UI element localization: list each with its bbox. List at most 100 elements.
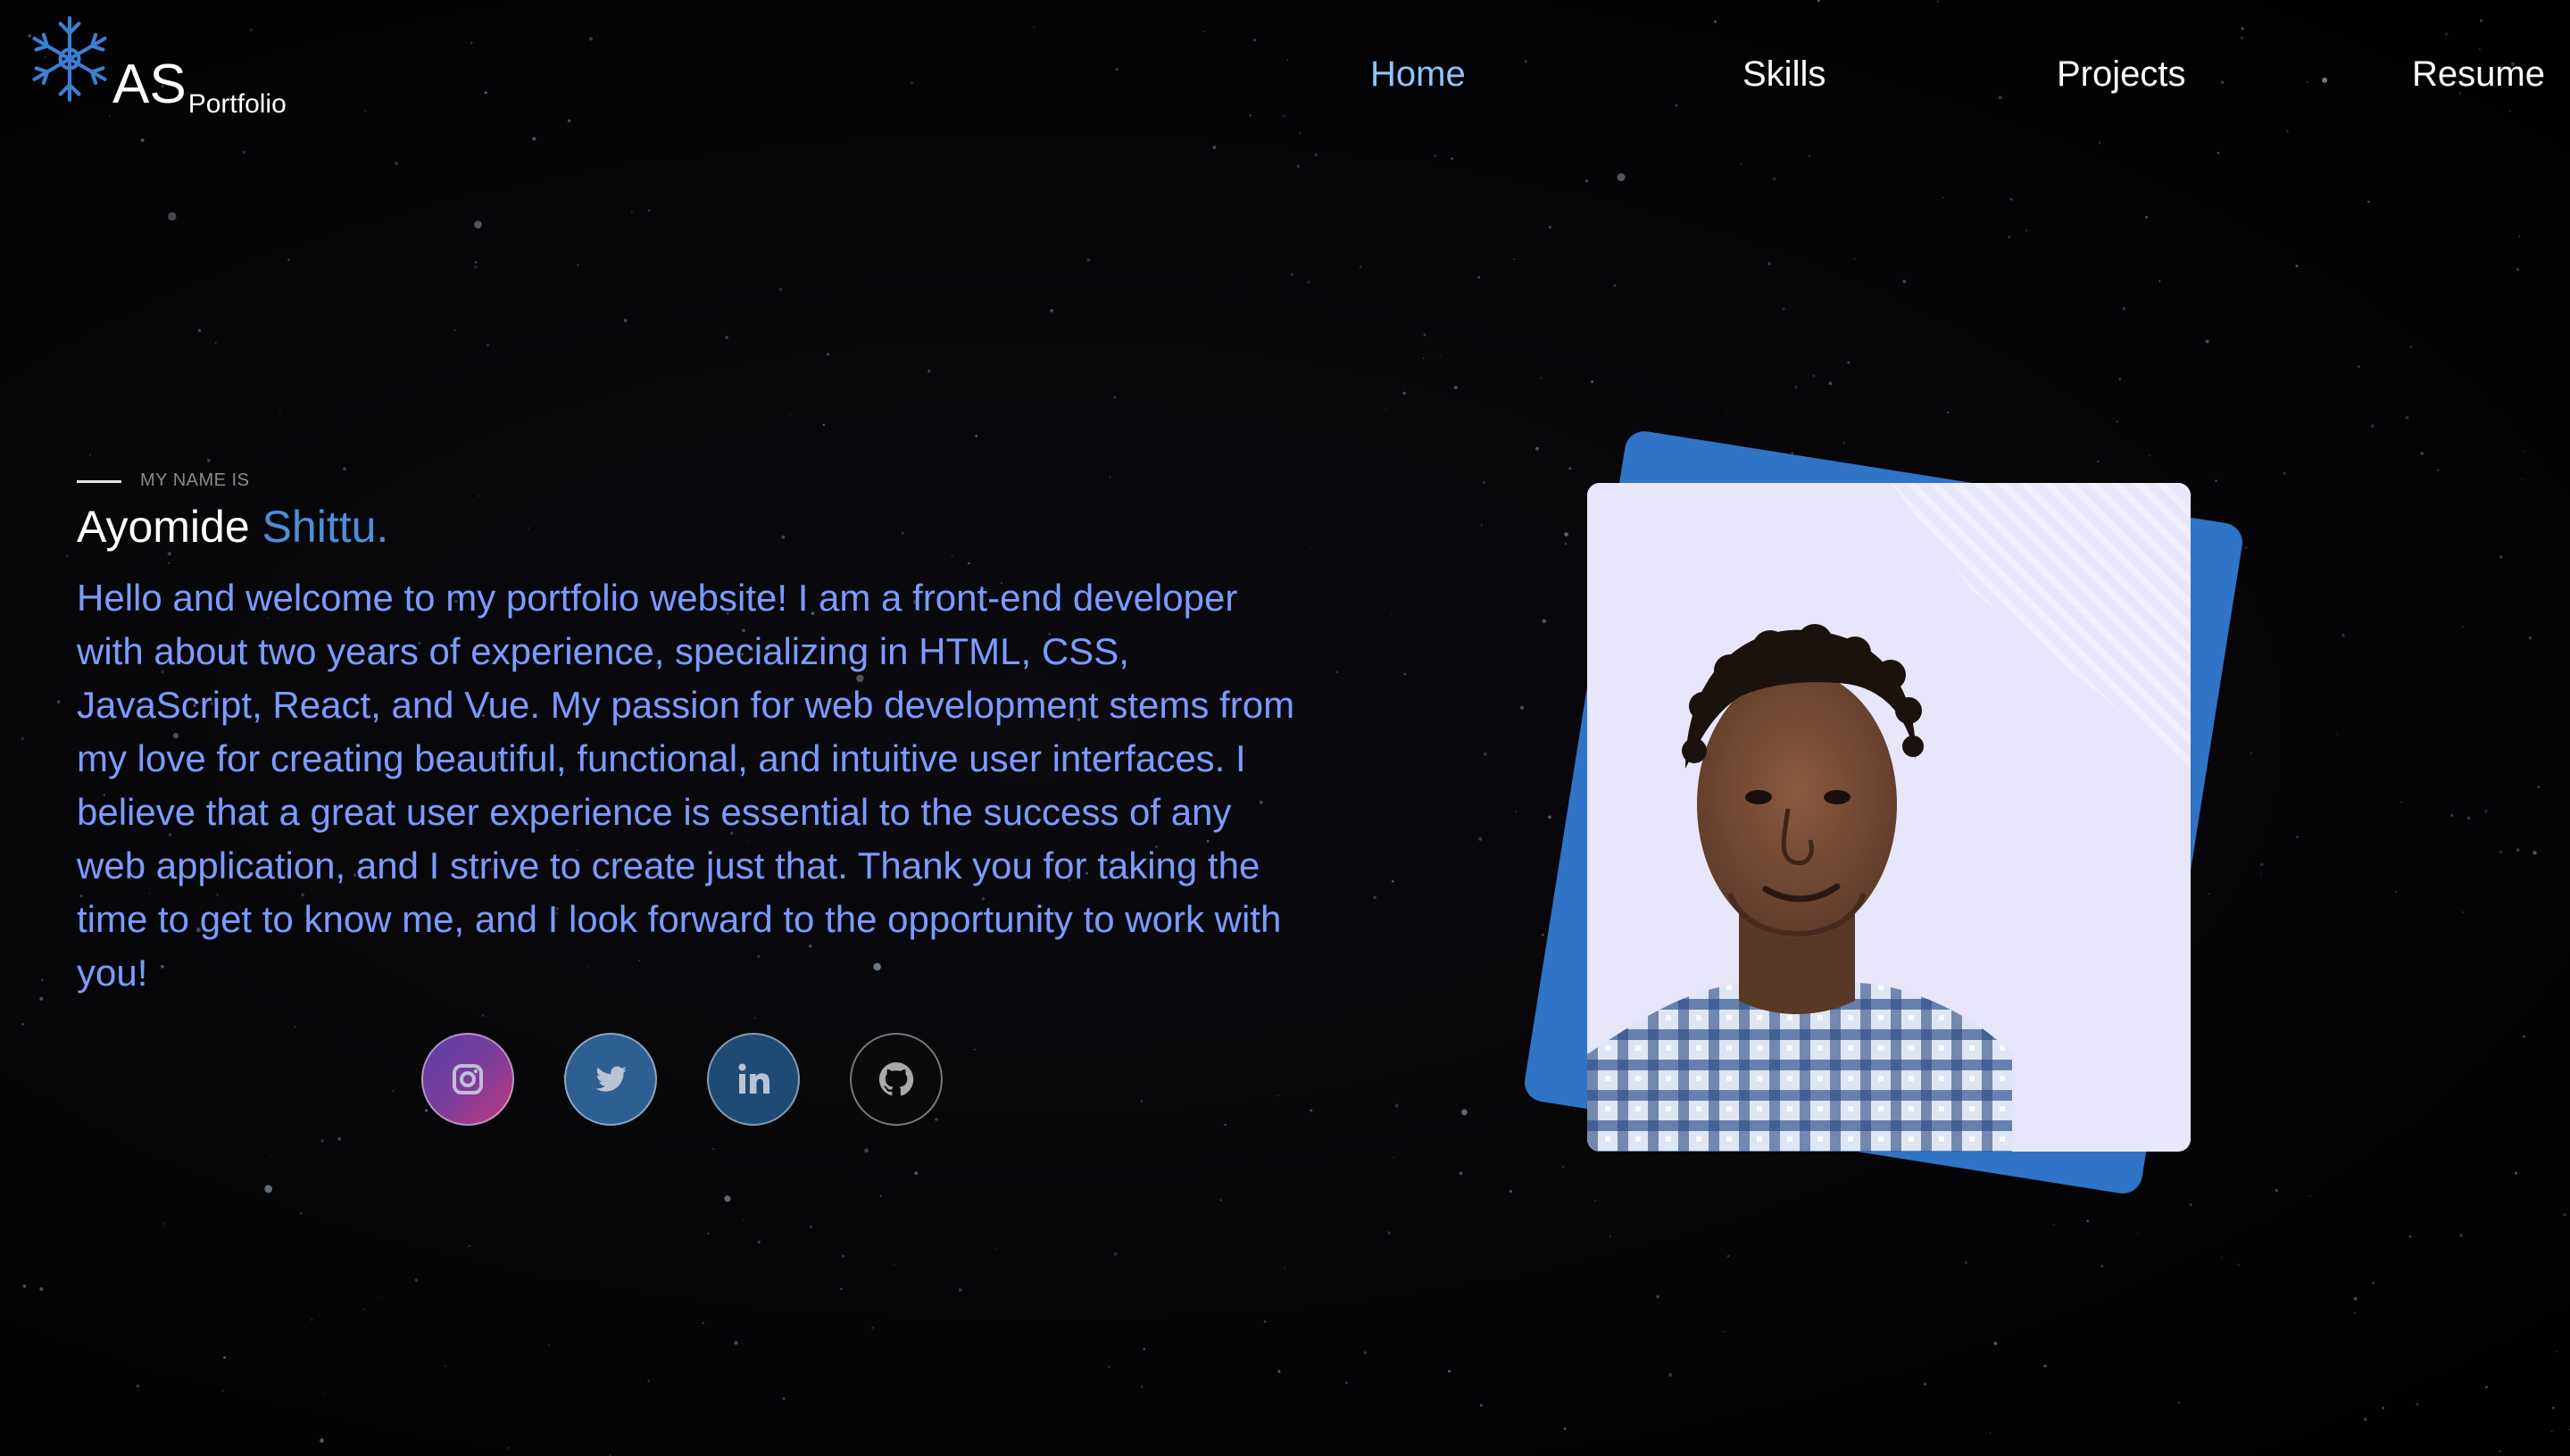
star xyxy=(1335,671,1338,673)
star xyxy=(481,1013,485,1018)
star xyxy=(223,1356,227,1360)
linkedin-button[interactable] xyxy=(707,1033,800,1126)
star xyxy=(1549,226,1551,229)
star xyxy=(1283,114,1286,118)
star xyxy=(2286,129,2289,133)
star xyxy=(548,1344,550,1346)
star xyxy=(2444,32,2449,36)
star xyxy=(1902,279,1907,284)
nav-home[interactable]: Home xyxy=(1370,52,1466,96)
star xyxy=(362,1308,365,1310)
star xyxy=(879,1194,882,1197)
star xyxy=(1033,26,1035,28)
star xyxy=(1453,386,1458,390)
star xyxy=(487,344,490,347)
star xyxy=(474,220,482,229)
star xyxy=(2533,851,2537,855)
star xyxy=(1277,1369,1281,1373)
instagram-button[interactable] xyxy=(421,1033,514,1126)
nav-skills[interactable]: Skills xyxy=(1742,52,1826,96)
star xyxy=(1675,104,1678,107)
star xyxy=(2208,893,2210,895)
star xyxy=(22,1285,27,1288)
star xyxy=(2479,19,2483,22)
star xyxy=(2240,36,2244,40)
star xyxy=(2499,850,2503,854)
star xyxy=(264,1185,273,1194)
star xyxy=(1519,705,1525,711)
star xyxy=(1253,38,1256,42)
star xyxy=(914,1171,919,1175)
star xyxy=(1219,1199,1222,1202)
star xyxy=(2395,890,2398,893)
hero-name: Ayomide Shittu. xyxy=(77,500,388,553)
star xyxy=(1143,1348,1145,1351)
nav-projects[interactable]: Projects xyxy=(2057,52,2186,96)
star xyxy=(2116,420,2119,423)
star xyxy=(822,423,825,427)
star xyxy=(507,1446,510,1449)
star xyxy=(2237,1263,2240,1267)
star xyxy=(2137,1233,2139,1236)
star xyxy=(197,329,202,332)
star xyxy=(1509,1190,1512,1193)
star xyxy=(242,151,245,154)
star xyxy=(279,410,281,412)
star xyxy=(1723,1330,1725,1333)
nav-resume[interactable]: Resume xyxy=(2412,52,2545,96)
star xyxy=(1345,1381,1348,1385)
star xyxy=(2097,460,2100,462)
star xyxy=(1394,1103,1399,1108)
star xyxy=(532,137,536,141)
star xyxy=(789,413,791,416)
star xyxy=(1402,391,1406,395)
star xyxy=(1541,933,1544,936)
star xyxy=(1936,0,1939,3)
star xyxy=(2025,229,2028,232)
github-button[interactable] xyxy=(850,1033,943,1126)
star xyxy=(140,138,145,142)
star xyxy=(973,1048,976,1051)
star xyxy=(2221,1256,2223,1259)
star xyxy=(2354,1297,2358,1301)
star xyxy=(864,1148,869,1153)
star xyxy=(1535,446,1539,451)
star xyxy=(1307,280,1310,284)
intro-divider xyxy=(77,480,121,483)
star xyxy=(1459,1171,1463,1176)
star xyxy=(414,1278,419,1282)
star xyxy=(809,1225,812,1228)
star xyxy=(648,209,651,212)
star xyxy=(901,532,904,535)
star xyxy=(543,1429,545,1431)
star xyxy=(2509,110,2511,112)
star xyxy=(1613,284,1617,287)
star xyxy=(453,329,456,331)
star xyxy=(2416,1402,2419,1406)
star xyxy=(1310,1109,1313,1112)
star xyxy=(734,1341,738,1345)
star xyxy=(1794,385,1798,389)
star xyxy=(2296,836,2299,838)
github-icon xyxy=(879,1062,914,1096)
star xyxy=(1714,20,1717,23)
star xyxy=(951,554,953,557)
star xyxy=(1942,196,1944,198)
star xyxy=(2052,1223,2055,1226)
star xyxy=(1423,333,1426,337)
star xyxy=(1107,1365,1110,1369)
star xyxy=(1296,164,1301,168)
star xyxy=(2086,1219,2089,1222)
star xyxy=(1422,357,1425,360)
instagram-icon xyxy=(453,1064,483,1094)
star xyxy=(2516,268,2520,271)
twitter-button[interactable] xyxy=(564,1033,657,1126)
star xyxy=(1548,815,1551,820)
star xyxy=(1563,1427,1567,1430)
star xyxy=(1393,1156,1394,1159)
star xyxy=(2537,786,2541,788)
star xyxy=(2499,555,2503,559)
star xyxy=(1828,381,1833,386)
star xyxy=(1291,273,1293,276)
star xyxy=(2295,264,2299,268)
